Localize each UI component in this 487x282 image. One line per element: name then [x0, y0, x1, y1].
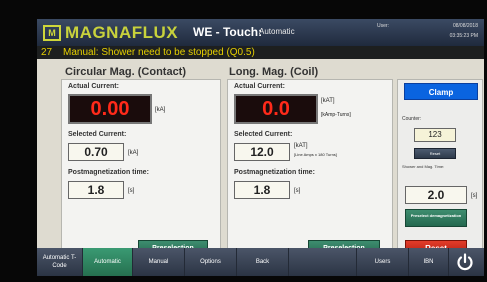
app-title: WE - Touch: — [193, 25, 263, 39]
header-bar: M MAGNAFLUX WE - Touch: Automatic User: … — [37, 19, 484, 46]
hmi-screen: M MAGNAFLUX WE - Touch: Automatic User: … — [37, 19, 484, 276]
circular-postmag-input[interactable]: 1.8 — [68, 181, 124, 199]
circular-actual-label: Actual Current: — [68, 83, 119, 90]
date-display: 08/08/2018 — [452, 23, 478, 29]
counter-label: Counter: — [402, 116, 422, 122]
nav-empty-slot — [289, 248, 357, 276]
long-selected-input[interactable]: 12.0 — [234, 143, 290, 161]
power-icon[interactable] — [451, 250, 479, 274]
mode-indicator: Automatic — [259, 27, 295, 36]
long-mag-title: Long. Mag. (Coil) — [229, 66, 319, 78]
long-mag-panel: Actual Current: 0.0 [kAT] [kAmp-Turns] S… — [227, 79, 393, 270]
circular-postmag-unit: [s] — [128, 188, 135, 194]
long-actual-display: 0.0 — [234, 94, 318, 124]
clamp-panel: Clamp Counter: 123 Reset Shower and Mag.… — [397, 79, 483, 270]
long-actual-unit: [kAT] — [321, 98, 335, 104]
shower-mag-time-label: Shower and Mag. Time: — [402, 164, 445, 169]
long-postmag-label: Postmagnetization time: — [234, 169, 315, 176]
long-selected-unit: [kAT] — [294, 143, 308, 149]
nav-back[interactable]: Back — [237, 248, 289, 276]
long-postmag-input[interactable]: 1.8 — [234, 181, 290, 199]
user-label: User: — [377, 23, 389, 29]
alarm-number: 27 — [41, 47, 53, 58]
circular-selected-input[interactable]: 0.70 — [68, 143, 124, 161]
nav-users[interactable]: Users — [357, 248, 409, 276]
counter-value: 123 — [414, 128, 456, 142]
circular-postmag-label: Postmagnetization time: — [68, 169, 149, 176]
nav-automatic[interactable]: Automatic — [83, 248, 133, 276]
shower-mag-time-unit: [s] — [471, 193, 478, 199]
circular-selected-label: Selected Current: — [68, 131, 127, 138]
alarm-message: Manual: Shower need to be stopped (Q0.5) — [63, 47, 255, 58]
nav-automatic-tcode[interactable]: Automatic T-Code — [37, 248, 83, 276]
long-selected-label: Selected Current: — [234, 131, 293, 138]
nav-options[interactable]: Options — [185, 248, 237, 276]
nav-manual[interactable]: Manual — [133, 248, 185, 276]
brand-name: MAGNAFLUX — [65, 23, 179, 42]
magnaflux-logo-icon: M — [43, 25, 61, 41]
circular-actual-unit: [kA] — [155, 107, 166, 113]
time-display: 03:35:23 PM — [449, 33, 478, 39]
clamp-button[interactable]: Clamp — [404, 83, 478, 100]
preselect-demagnetization-button[interactable]: Preselect demagnetization — [405, 209, 467, 227]
long-selected-unit-sub: [Line Amps x 180 Turns] — [294, 152, 337, 157]
circular-mag-title: Circular Mag. (Contact) — [65, 66, 187, 78]
shower-mag-time-input[interactable]: 2.0 — [405, 186, 467, 204]
long-actual-label: Actual Current: — [234, 83, 285, 90]
circular-actual-display: 0.00 — [68, 94, 152, 124]
counter-reset-button[interactable]: Reset — [414, 148, 456, 159]
alarm-bar[interactable]: 27 Manual: Shower need to be stopped (Q0… — [37, 46, 484, 59]
long-actual-unit-sub: [kAmp-Turns] — [321, 112, 351, 118]
nav-ibn[interactable]: IBN — [409, 248, 449, 276]
bottom-navigation: Automatic T-Code Automatic Manual Option… — [37, 248, 484, 276]
circular-selected-unit: [kA] — [128, 150, 139, 156]
circular-mag-panel: Actual Current: 0.00 [kA] Selected Curre… — [61, 79, 221, 270]
long-postmag-unit: [s] — [294, 188, 301, 194]
